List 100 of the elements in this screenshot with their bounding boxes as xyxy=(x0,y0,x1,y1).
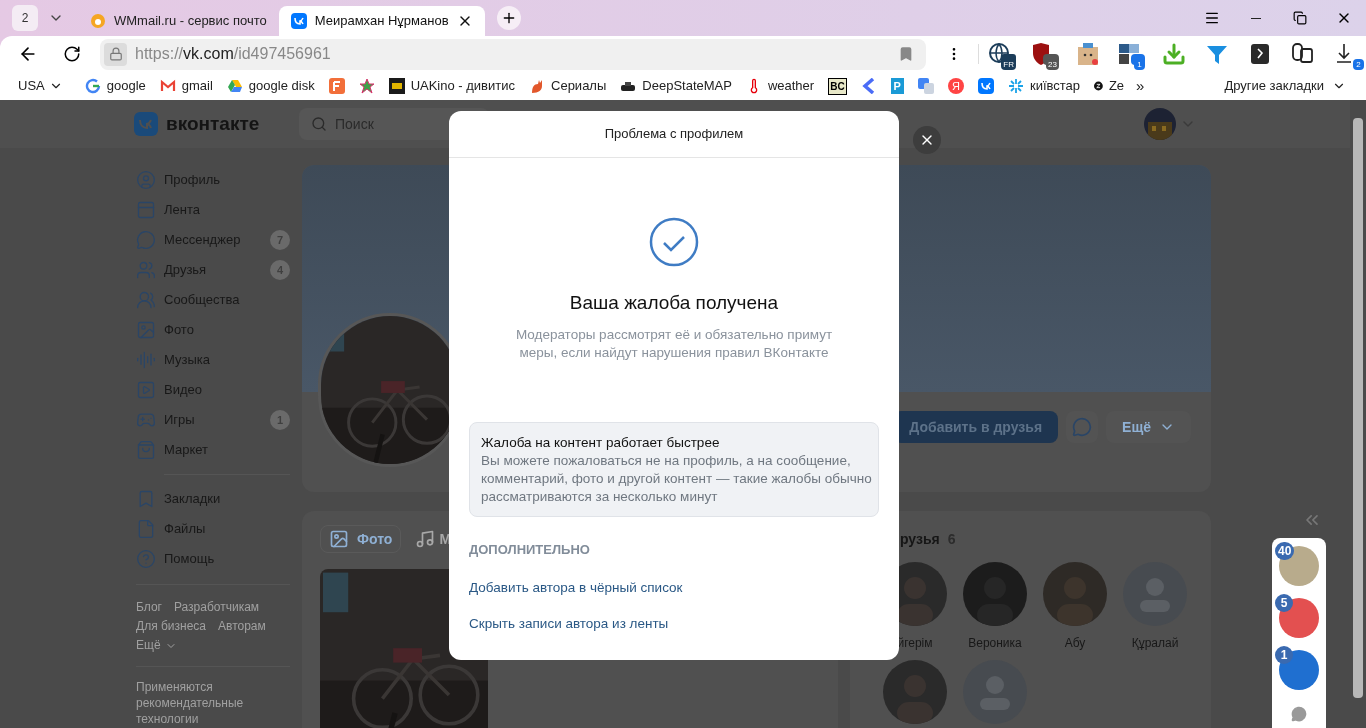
help-icon xyxy=(136,549,156,569)
bookmark-icon-button[interactable]: P xyxy=(890,77,904,95)
lock-icon xyxy=(104,42,127,66)
music-note-icon xyxy=(415,529,436,549)
bookmark-link[interactable]: weather xyxy=(745,76,815,96)
download-arrow-icon xyxy=(1161,42,1186,66)
browser-tab[interactable]: Меирамхан Нұрманов xyxy=(278,6,485,36)
sparkle-icon xyxy=(1007,78,1024,94)
chat-bubble-icon xyxy=(136,230,156,250)
unread-badge: 40 xyxy=(1275,542,1295,560)
minimize-icon xyxy=(1251,17,1261,19)
envelope-icon xyxy=(159,78,176,94)
section-heading: ДОПОЛНИТЕЛЬНО xyxy=(469,540,591,559)
image-icon xyxy=(329,529,349,549)
bookmark-icon-button[interactable] xyxy=(977,78,994,94)
bookmark-link[interactable]: UAKino - дивитис xyxy=(388,76,515,96)
modal-title: Проблема с профилем xyxy=(449,111,899,158)
bookmark-link[interactable]: google disk xyxy=(226,76,315,96)
film-icon xyxy=(388,78,405,94)
site-logo-text: вконтакте xyxy=(166,111,260,136)
friend-name[interactable]: Құралай xyxy=(1131,634,1179,652)
friend-name[interactable]: Абу xyxy=(1064,634,1086,652)
recommendation-note: Применяются рекомендательные технологии xyxy=(136,679,245,727)
footer-link[interactable]: Авторам xyxy=(218,618,266,635)
unread-badge: 1 xyxy=(1275,646,1293,664)
footer-link[interactable]: Блог xyxy=(136,599,162,616)
bookmark-icon-button[interactable] xyxy=(917,78,934,94)
chevron-logo-icon xyxy=(860,78,877,94)
extension-badge: 23 xyxy=(1046,59,1059,70)
box-face-icon xyxy=(1075,42,1100,66)
reload-icon xyxy=(63,45,81,63)
g-logo-icon xyxy=(84,78,101,94)
bookmark-icon[interactable] xyxy=(898,46,914,62)
user-circle-icon xyxy=(136,170,156,190)
tab-title: Меирамхан Нұрманов xyxy=(314,12,449,31)
info-text: Вы можете пожаловаться не на профиль, а на сообщение, комментарий, фото и другой контент — такие жалобы обычно рассматриваются за несколько минут xyxy=(481,451,873,506)
star-icon xyxy=(358,78,375,94)
bookmark-icon-button[interactable]: BC xyxy=(828,77,847,95)
info-title: Жалоба на контент работает быстрее xyxy=(481,433,721,452)
bookmark-folder[interactable]: USA xyxy=(18,76,63,96)
modal-heading: Ваша жалоба получена xyxy=(569,291,779,315)
vk-logo-icon xyxy=(290,13,307,29)
address-bar[interactable]: https://vk.com/id497456961 xyxy=(100,38,926,70)
extension-badge: 1 xyxy=(1134,59,1145,70)
action-link[interactable]: Добавить автора в чёрный список xyxy=(469,579,683,597)
vk-logo-icon xyxy=(134,112,158,136)
other-bookmarks[interactable]: Другие закладки xyxy=(1224,76,1346,96)
people-icon xyxy=(136,260,156,280)
more-bookmarks-button[interactable]: » xyxy=(1136,74,1145,98)
extension-button[interactable]: 23 xyxy=(1030,38,1059,70)
extension-badge: 2 xyxy=(1353,59,1364,70)
app-tile-icon xyxy=(1249,42,1270,66)
footer-link[interactable]: Разработчикам xyxy=(173,599,260,616)
bookmark-icon-button[interactable] xyxy=(328,78,345,94)
image-icon xyxy=(136,320,156,340)
chat-avatar[interactable] xyxy=(1279,546,1319,586)
bag-icon xyxy=(136,440,156,460)
browser-tab[interactable]: WMmail.ru - сервис почто xyxy=(78,6,279,36)
extension-button[interactable]: FR xyxy=(987,38,1016,70)
sound-wave-icon xyxy=(136,350,156,370)
new-tab-button[interactable] xyxy=(496,6,521,30)
chat-bubble-icon[interactable] xyxy=(1291,706,1307,722)
bookmark-link[interactable]: DeepStateMAP xyxy=(620,76,732,96)
close-button[interactable] xyxy=(913,126,941,154)
restore-icon xyxy=(1293,11,1307,25)
play-icon xyxy=(136,380,156,400)
friend-name[interactable]: Вероника xyxy=(968,634,1022,652)
square-icon xyxy=(328,78,345,94)
modal-description: Модераторы рассмотрят её и обязательно примут меры, если найдут нарушения правил ВКонтакте xyxy=(514,325,834,362)
translate-icon xyxy=(917,78,934,94)
menu-icon xyxy=(1204,10,1220,26)
footer-link[interactable]: Для бизнеса xyxy=(136,618,206,635)
group-icon xyxy=(136,290,156,310)
triangle-icon xyxy=(226,78,243,94)
extension-badge: FR xyxy=(1001,59,1016,70)
unread-badge: 5 xyxy=(1275,594,1293,612)
bookmark-icon-button[interactable] xyxy=(358,78,375,94)
extension-button[interactable]: 1 xyxy=(1116,38,1145,70)
bookmark-link[interactable]: Ze xyxy=(1094,76,1125,96)
window-icon xyxy=(136,200,156,220)
footer-link[interactable]: Ещё xyxy=(136,637,177,654)
search-icon xyxy=(311,116,327,132)
media-tab[interactable]: Фото xyxy=(320,525,402,553)
friends-title: рузья xyxy=(900,530,940,549)
vk-logo-icon xyxy=(977,78,994,94)
bookmark-link[interactable]: київстар xyxy=(1007,76,1081,96)
bookmark-link[interactable]: Сериалы xyxy=(529,76,607,96)
tab-title: WMmail.ru - сервис почто xyxy=(114,12,267,31)
tab-counter[interactable]: 2 xyxy=(12,5,38,31)
chat-avatar[interactable] xyxy=(1279,598,1319,638)
action-link[interactable]: Скрыть записи автора из ленты xyxy=(469,615,669,633)
bookmark-icon-button[interactable] xyxy=(860,78,877,94)
chat-bubble-icon xyxy=(1072,417,1093,437)
bookmark-link[interactable]: gmail xyxy=(159,76,213,96)
file-icon xyxy=(136,519,156,539)
chat-avatar[interactable] xyxy=(1279,650,1319,690)
bookmark-link[interactable]: google xyxy=(84,76,146,96)
url-text: https://vk.com/id497456961 xyxy=(135,44,331,64)
checkmark-circle-icon xyxy=(649,217,699,267)
bookmark-icon-button[interactable]: Я xyxy=(947,78,964,94)
